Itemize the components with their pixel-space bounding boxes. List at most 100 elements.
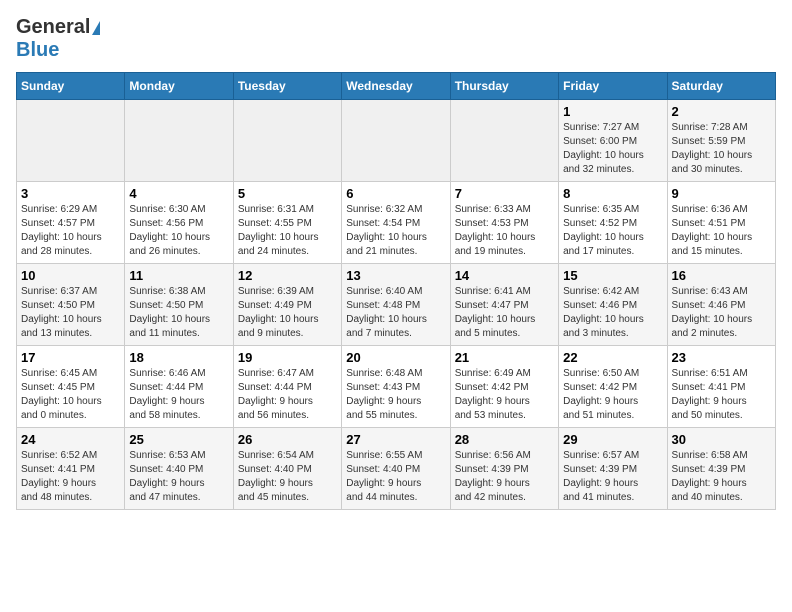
day-info: Sunrise: 6:46 AMSunset: 4:44 PMDaylight:… — [129, 367, 228, 423]
day-info: Sunrise: 6:33 AMSunset: 4:53 PMDaylight:… — [455, 203, 554, 259]
day-info: Sunrise: 6:55 AMSunset: 4:40 PMDaylight:… — [346, 449, 445, 505]
day-number: 24 — [21, 432, 120, 447]
day-number: 22 — [563, 350, 662, 365]
calendar-cell: 22 Sunrise: 6:50 AMSunset: 4:42 PMDayligh… — [559, 346, 667, 428]
day-number: 18 — [129, 350, 228, 365]
day-info: Sunrise: 6:51 AMSunset: 4:41 PMDaylight:… — [672, 367, 771, 423]
calendar-cell: 19 Sunrise: 6:47 AMSunset: 4:44 PMDayligh… — [233, 346, 341, 428]
day-info: Sunrise: 6:54 AMSunset: 4:40 PMDaylight:… — [238, 449, 337, 505]
calendar-cell — [17, 100, 125, 182]
day-number: 6 — [346, 186, 445, 201]
day-number: 2 — [672, 104, 771, 119]
day-info: Sunrise: 6:31 AMSunset: 4:55 PMDaylight:… — [238, 203, 337, 259]
day-number: 8 — [563, 186, 662, 201]
calendar-cell: 3 Sunrise: 6:29 AMSunset: 4:57 PMDaylight… — [17, 182, 125, 264]
calendar-cell: 7 Sunrise: 6:33 AMSunset: 4:53 PMDaylight… — [450, 182, 558, 264]
calendar-cell: 24 Sunrise: 6:52 AMSunset: 4:41 PMDayligh… — [17, 428, 125, 510]
day-number: 12 — [238, 268, 337, 283]
calendar-week-3: 10Sunrise: 6:37 AMSunset: 4:50 PMDayligh… — [17, 264, 776, 346]
day-info: Sunrise: 6:35 AMSunset: 4:52 PMDaylight:… — [563, 203, 662, 259]
calendar-cell: 6 Sunrise: 6:32 AMSunset: 4:54 PMDaylight… — [342, 182, 450, 264]
weekday-header-wednesday: Wednesday — [342, 73, 450, 100]
weekday-header-tuesday: Tuesday — [233, 73, 341, 100]
day-number: 29 — [563, 432, 662, 447]
day-info: Sunrise: 6:53 AMSunset: 4:40 PMDaylight:… — [129, 449, 228, 505]
calendar-cell: 18 Sunrise: 6:46 AMSunset: 4:44 PMDayligh… — [125, 346, 233, 428]
logo-general: General — [16, 16, 90, 39]
day-number: 21 — [455, 350, 554, 365]
day-number: 4 — [129, 186, 228, 201]
day-info: Sunrise: 6:48 AMSunset: 4:43 PMDaylight:… — [346, 367, 445, 423]
calendar-cell — [125, 100, 233, 182]
calendar-cell: 27 Sunrise: 6:55 AMSunset: 4:40 PMDayligh… — [342, 428, 450, 510]
day-info: Sunrise: 6:29 AMSunset: 4:57 PMDaylight:… — [21, 203, 120, 259]
calendar-cell: 30Sunrise: 6:58 AMSunset: 4:39 PMDayligh… — [667, 428, 775, 510]
calendar-cell: 5 Sunrise: 6:31 AMSunset: 4:55 PMDaylight… — [233, 182, 341, 264]
day-info: Sunrise: 6:43 AMSunset: 4:46 PMDaylight:… — [672, 285, 771, 341]
logo-triangle-icon — [92, 21, 100, 35]
day-info: Sunrise: 6:39 AMSunset: 4:49 PMDaylight:… — [238, 285, 337, 341]
day-number: 5 — [238, 186, 337, 201]
calendar-week-1: 1 Sunrise: 7:27 AMSunset: 6:00 PMDaylight… — [17, 100, 776, 182]
weekday-header-row: SundayMondayTuesdayWednesdayThursdayFrid… — [17, 73, 776, 100]
calendar-cell: 26 Sunrise: 6:54 AMSunset: 4:40 PMDayligh… — [233, 428, 341, 510]
calendar-cell — [450, 100, 558, 182]
day-number: 3 — [21, 186, 120, 201]
day-info: Sunrise: 6:30 AMSunset: 4:56 PMDaylight:… — [129, 203, 228, 259]
weekday-header-thursday: Thursday — [450, 73, 558, 100]
calendar-cell: 23 Sunrise: 6:51 AMSunset: 4:41 PMDayligh… — [667, 346, 775, 428]
day-number: 9 — [672, 186, 771, 201]
day-number: 25 — [129, 432, 228, 447]
day-number: 28 — [455, 432, 554, 447]
calendar-cell: 25 Sunrise: 6:53 AMSunset: 4:40 PMDayligh… — [125, 428, 233, 510]
weekday-header-monday: Monday — [125, 73, 233, 100]
calendar-cell: 15Sunrise: 6:42 AMSunset: 4:46 PMDayligh… — [559, 264, 667, 346]
weekday-header-saturday: Saturday — [667, 73, 775, 100]
day-number: 30 — [672, 432, 771, 447]
day-info: Sunrise: 6:32 AMSunset: 4:54 PMDaylight:… — [346, 203, 445, 259]
calendar-week-2: 3 Sunrise: 6:29 AMSunset: 4:57 PMDaylight… — [17, 182, 776, 264]
day-info: Sunrise: 6:36 AMSunset: 4:51 PMDaylight:… — [672, 203, 771, 259]
day-number: 15 — [563, 268, 662, 283]
logo-blue: Blue — [16, 39, 59, 62]
calendar-body: 1 Sunrise: 7:27 AMSunset: 6:00 PMDaylight… — [17, 100, 776, 510]
calendar-cell: 10Sunrise: 6:37 AMSunset: 4:50 PMDayligh… — [17, 264, 125, 346]
calendar-cell: 2 Sunrise: 7:28 AMSunset: 5:59 PMDaylight… — [667, 100, 775, 182]
day-info: Sunrise: 6:38 AMSunset: 4:50 PMDaylight:… — [129, 285, 228, 341]
calendar-cell: 12 Sunrise: 6:39 AMSunset: 4:49 PMDayligh… — [233, 264, 341, 346]
day-number: 20 — [346, 350, 445, 365]
weekday-header-sunday: Sunday — [17, 73, 125, 100]
day-info: Sunrise: 6:50 AMSunset: 4:42 PMDaylight:… — [563, 367, 662, 423]
day-info: Sunrise: 6:57 AMSunset: 4:39 PMDaylight:… — [563, 449, 662, 505]
day-info: Sunrise: 7:28 AMSunset: 5:59 PMDaylight:… — [672, 121, 771, 177]
day-number: 7 — [455, 186, 554, 201]
calendar-cell: 28Sunrise: 6:56 AMSunset: 4:39 PMDayligh… — [450, 428, 558, 510]
calendar-cell: 13Sunrise: 6:40 AMSunset: 4:48 PMDayligh… — [342, 264, 450, 346]
calendar-week-5: 24 Sunrise: 6:52 AMSunset: 4:41 PMDayligh… — [17, 428, 776, 510]
day-number: 27 — [346, 432, 445, 447]
day-number: 23 — [672, 350, 771, 365]
day-info: Sunrise: 6:41 AMSunset: 4:47 PMDaylight:… — [455, 285, 554, 341]
day-info: Sunrise: 6:45 AMSunset: 4:45 PMDaylight:… — [21, 367, 120, 423]
calendar-table: SundayMondayTuesdayWednesdayThursdayFrid… — [16, 72, 776, 510]
day-info: Sunrise: 6:47 AMSunset: 4:44 PMDaylight:… — [238, 367, 337, 423]
day-number: 1 — [563, 104, 662, 119]
calendar-header: SundayMondayTuesdayWednesdayThursdayFrid… — [17, 73, 776, 100]
calendar-cell: 29 Sunrise: 6:57 AMSunset: 4:39 PMDayligh… — [559, 428, 667, 510]
calendar-cell — [233, 100, 341, 182]
calendar-cell: 8 Sunrise: 6:35 AMSunset: 4:52 PMDaylight… — [559, 182, 667, 264]
day-info: Sunrise: 6:52 AMSunset: 4:41 PMDaylight:… — [21, 449, 120, 505]
calendar-cell — [342, 100, 450, 182]
day-number: 26 — [238, 432, 337, 447]
calendar-cell: 1 Sunrise: 7:27 AMSunset: 6:00 PMDaylight… — [559, 100, 667, 182]
day-info: Sunrise: 6:49 AMSunset: 4:42 PMDaylight:… — [455, 367, 554, 423]
calendar-cell: 11Sunrise: 6:38 AMSunset: 4:50 PMDayligh… — [125, 264, 233, 346]
calendar-cell: 14Sunrise: 6:41 AMSunset: 4:47 PMDayligh… — [450, 264, 558, 346]
day-number: 17 — [21, 350, 120, 365]
calendar-cell: 21 Sunrise: 6:49 AMSunset: 4:42 PMDayligh… — [450, 346, 558, 428]
day-number: 19 — [238, 350, 337, 365]
calendar-cell: 9 Sunrise: 6:36 AMSunset: 4:51 PMDaylight… — [667, 182, 775, 264]
weekday-header-friday: Friday — [559, 73, 667, 100]
day-number: 10 — [21, 268, 120, 283]
day-info: Sunrise: 7:27 AMSunset: 6:00 PMDaylight:… — [563, 121, 662, 177]
